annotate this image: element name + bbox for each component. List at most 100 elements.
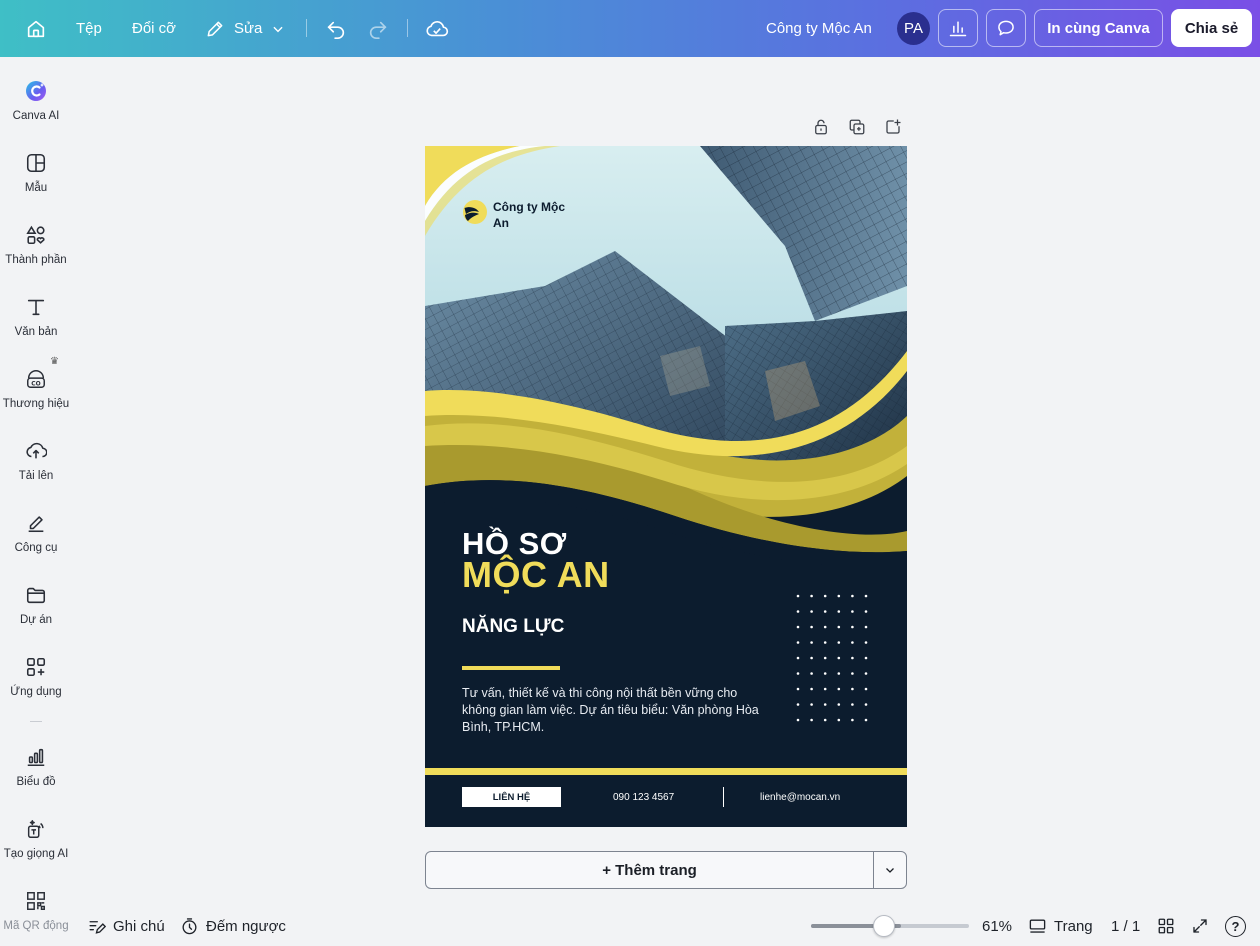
sidebar-item-label: Mẫu bbox=[24, 182, 48, 194]
divider bbox=[407, 19, 408, 37]
insights-button[interactable] bbox=[938, 9, 978, 47]
sidebar-item-tools[interactable]: Công cụ bbox=[0, 489, 72, 559]
lock-icon[interactable] bbox=[811, 117, 831, 137]
sidebar-item-label: Biểu đồ bbox=[16, 776, 56, 788]
chevron-down-icon bbox=[884, 864, 896, 876]
comment-icon bbox=[996, 18, 1016, 38]
top-bar: Tệp Đổi cỡ Sửa Công ty Mộc An PA In cùng… bbox=[0, 0, 1260, 57]
moc-an-logo-mark bbox=[463, 200, 487, 224]
add-page-icon[interactable] bbox=[883, 117, 903, 137]
design-page[interactable]: Công ty Mộc An HỒ SƠ MỘC AN NĂNG LỰC Tư … bbox=[425, 146, 907, 827]
zoom-slider-thumb[interactable] bbox=[873, 915, 895, 937]
decorative-dot bbox=[823, 672, 827, 675]
sidebar-item-charts[interactable]: Biểu đồ bbox=[0, 723, 72, 793]
decorative-dot bbox=[851, 672, 854, 675]
sidebar-item-label: Văn bản bbox=[14, 326, 58, 338]
accent-line[interactable] bbox=[462, 666, 560, 670]
timer-label: Đếm ngược bbox=[206, 917, 286, 935]
page-counter[interactable]: 1 / 1 bbox=[1111, 912, 1140, 940]
resize-menu[interactable]: Đổi cỡ bbox=[132, 0, 176, 57]
decorative-dot bbox=[837, 656, 841, 660]
company-logo[interactable]: Công ty Mộc An bbox=[462, 199, 583, 231]
phone-number[interactable]: 090 123 4567 bbox=[613, 792, 674, 803]
decorative-dot bbox=[796, 641, 800, 644]
sidebar-item-canva-ai[interactable]: Canva AI bbox=[0, 57, 72, 127]
decorative-dot bbox=[837, 703, 841, 706]
sidebar-item-text[interactable]: Văn bản bbox=[0, 273, 72, 343]
tools-icon bbox=[24, 511, 48, 535]
brand-icon: CO bbox=[24, 367, 48, 391]
decorative-dot bbox=[810, 672, 813, 675]
file-menu[interactable]: Tệp bbox=[76, 0, 102, 57]
help-icon: ? bbox=[1225, 915, 1246, 937]
sidebar-item-label: Canva AI bbox=[12, 110, 60, 122]
sidebar-item-elements[interactable]: Thành phần bbox=[0, 201, 72, 271]
title-line2[interactable]: MỘC AN bbox=[462, 554, 610, 596]
decorative-dot bbox=[851, 687, 854, 691]
decorative-dot bbox=[864, 594, 868, 598]
subtitle[interactable]: NĂNG LỰC bbox=[462, 616, 564, 638]
decorative-dot bbox=[864, 610, 868, 613]
sidebar-item-apps[interactable]: Ứng dụng bbox=[0, 633, 72, 703]
qr-icon bbox=[24, 889, 48, 913]
decorative-dot bbox=[810, 656, 813, 660]
redo-icon[interactable] bbox=[367, 0, 389, 57]
print-with-canva-button[interactable]: In cùng Canva bbox=[1034, 9, 1163, 47]
notes-button[interactable]: Ghi chú bbox=[87, 912, 165, 940]
sidebar-item-uploads[interactable]: Tải lên bbox=[0, 417, 72, 487]
sidebar-item-projects[interactable]: Dự án bbox=[0, 561, 72, 631]
decorative-dot bbox=[810, 610, 813, 613]
footer-yellow-bar[interactable] bbox=[425, 768, 907, 775]
sidebar-item-ai-voice[interactable]: Tạo giọng AI bbox=[0, 795, 72, 865]
duplicate-icon[interactable] bbox=[847, 117, 867, 137]
decorative-dot bbox=[851, 610, 854, 613]
timer-button[interactable]: Đếm ngược bbox=[180, 912, 286, 940]
decorative-dot bbox=[851, 625, 854, 629]
sidebar-item-label: Mã QR động bbox=[3, 920, 69, 932]
decorative-dot bbox=[864, 672, 868, 675]
decorative-dot bbox=[851, 718, 854, 722]
decorative-dot bbox=[810, 625, 813, 629]
share-button[interactable]: Chia sẻ bbox=[1171, 9, 1252, 47]
comments-button[interactable] bbox=[986, 9, 1026, 47]
fullscreen-icon[interactable] bbox=[1191, 912, 1209, 940]
decorative-dot bbox=[823, 687, 827, 691]
decorative-dot bbox=[837, 718, 841, 722]
dot-grid-decoration[interactable] bbox=[795, 593, 871, 723]
undo-icon[interactable] bbox=[325, 0, 347, 57]
sidebar-item-label: Thành phần bbox=[5, 254, 67, 266]
pages-button[interactable]: Trang bbox=[1028, 912, 1093, 940]
decorative-dot bbox=[864, 656, 868, 660]
description[interactable]: Tư vấn, thiết kế và thi công nội thất bề… bbox=[462, 685, 762, 736]
decorative-dot bbox=[837, 672, 841, 675]
decorative-dot bbox=[823, 594, 827, 598]
decorative-dot bbox=[823, 703, 827, 706]
zoom-level[interactable]: 61% bbox=[982, 912, 1012, 940]
help-button[interactable]: ? bbox=[1225, 912, 1246, 940]
avatar[interactable]: PA bbox=[897, 12, 930, 45]
contact-label[interactable]: LIÊN HỆ bbox=[462, 787, 561, 807]
home-icon[interactable] bbox=[25, 0, 47, 57]
elements-icon bbox=[24, 223, 48, 247]
add-page-button[interactable]: + Thêm trang bbox=[425, 851, 874, 889]
footer-divider bbox=[723, 787, 724, 807]
grid-view-icon[interactable] bbox=[1157, 912, 1175, 940]
email-address[interactable]: lienhe@mocan.vn bbox=[760, 792, 840, 803]
edit-menu[interactable]: Sửa bbox=[205, 0, 285, 57]
edit-label: Sửa bbox=[234, 20, 263, 37]
left-sidebar: Canva AI Mẫu Thành phần Văn bản ♛ CO Thư… bbox=[0, 57, 72, 946]
decorative-dot bbox=[837, 625, 841, 629]
decorative-dot bbox=[851, 656, 854, 660]
decorative-dot bbox=[796, 703, 800, 706]
chart-icon bbox=[24, 745, 48, 769]
company-name[interactable]: Công ty Mộc An bbox=[766, 0, 872, 57]
sidebar-item-templates[interactable]: Mẫu bbox=[0, 129, 72, 199]
add-page-options-button[interactable] bbox=[873, 851, 907, 889]
notes-icon bbox=[87, 917, 106, 936]
decorative-dot bbox=[796, 687, 800, 691]
decorative-dot bbox=[864, 703, 868, 706]
cloud-saved-icon[interactable] bbox=[425, 0, 449, 57]
sidebar-item-brand[interactable]: CO Thương hiệu bbox=[0, 345, 72, 415]
apps-icon bbox=[24, 655, 48, 679]
folder-icon bbox=[24, 583, 48, 607]
